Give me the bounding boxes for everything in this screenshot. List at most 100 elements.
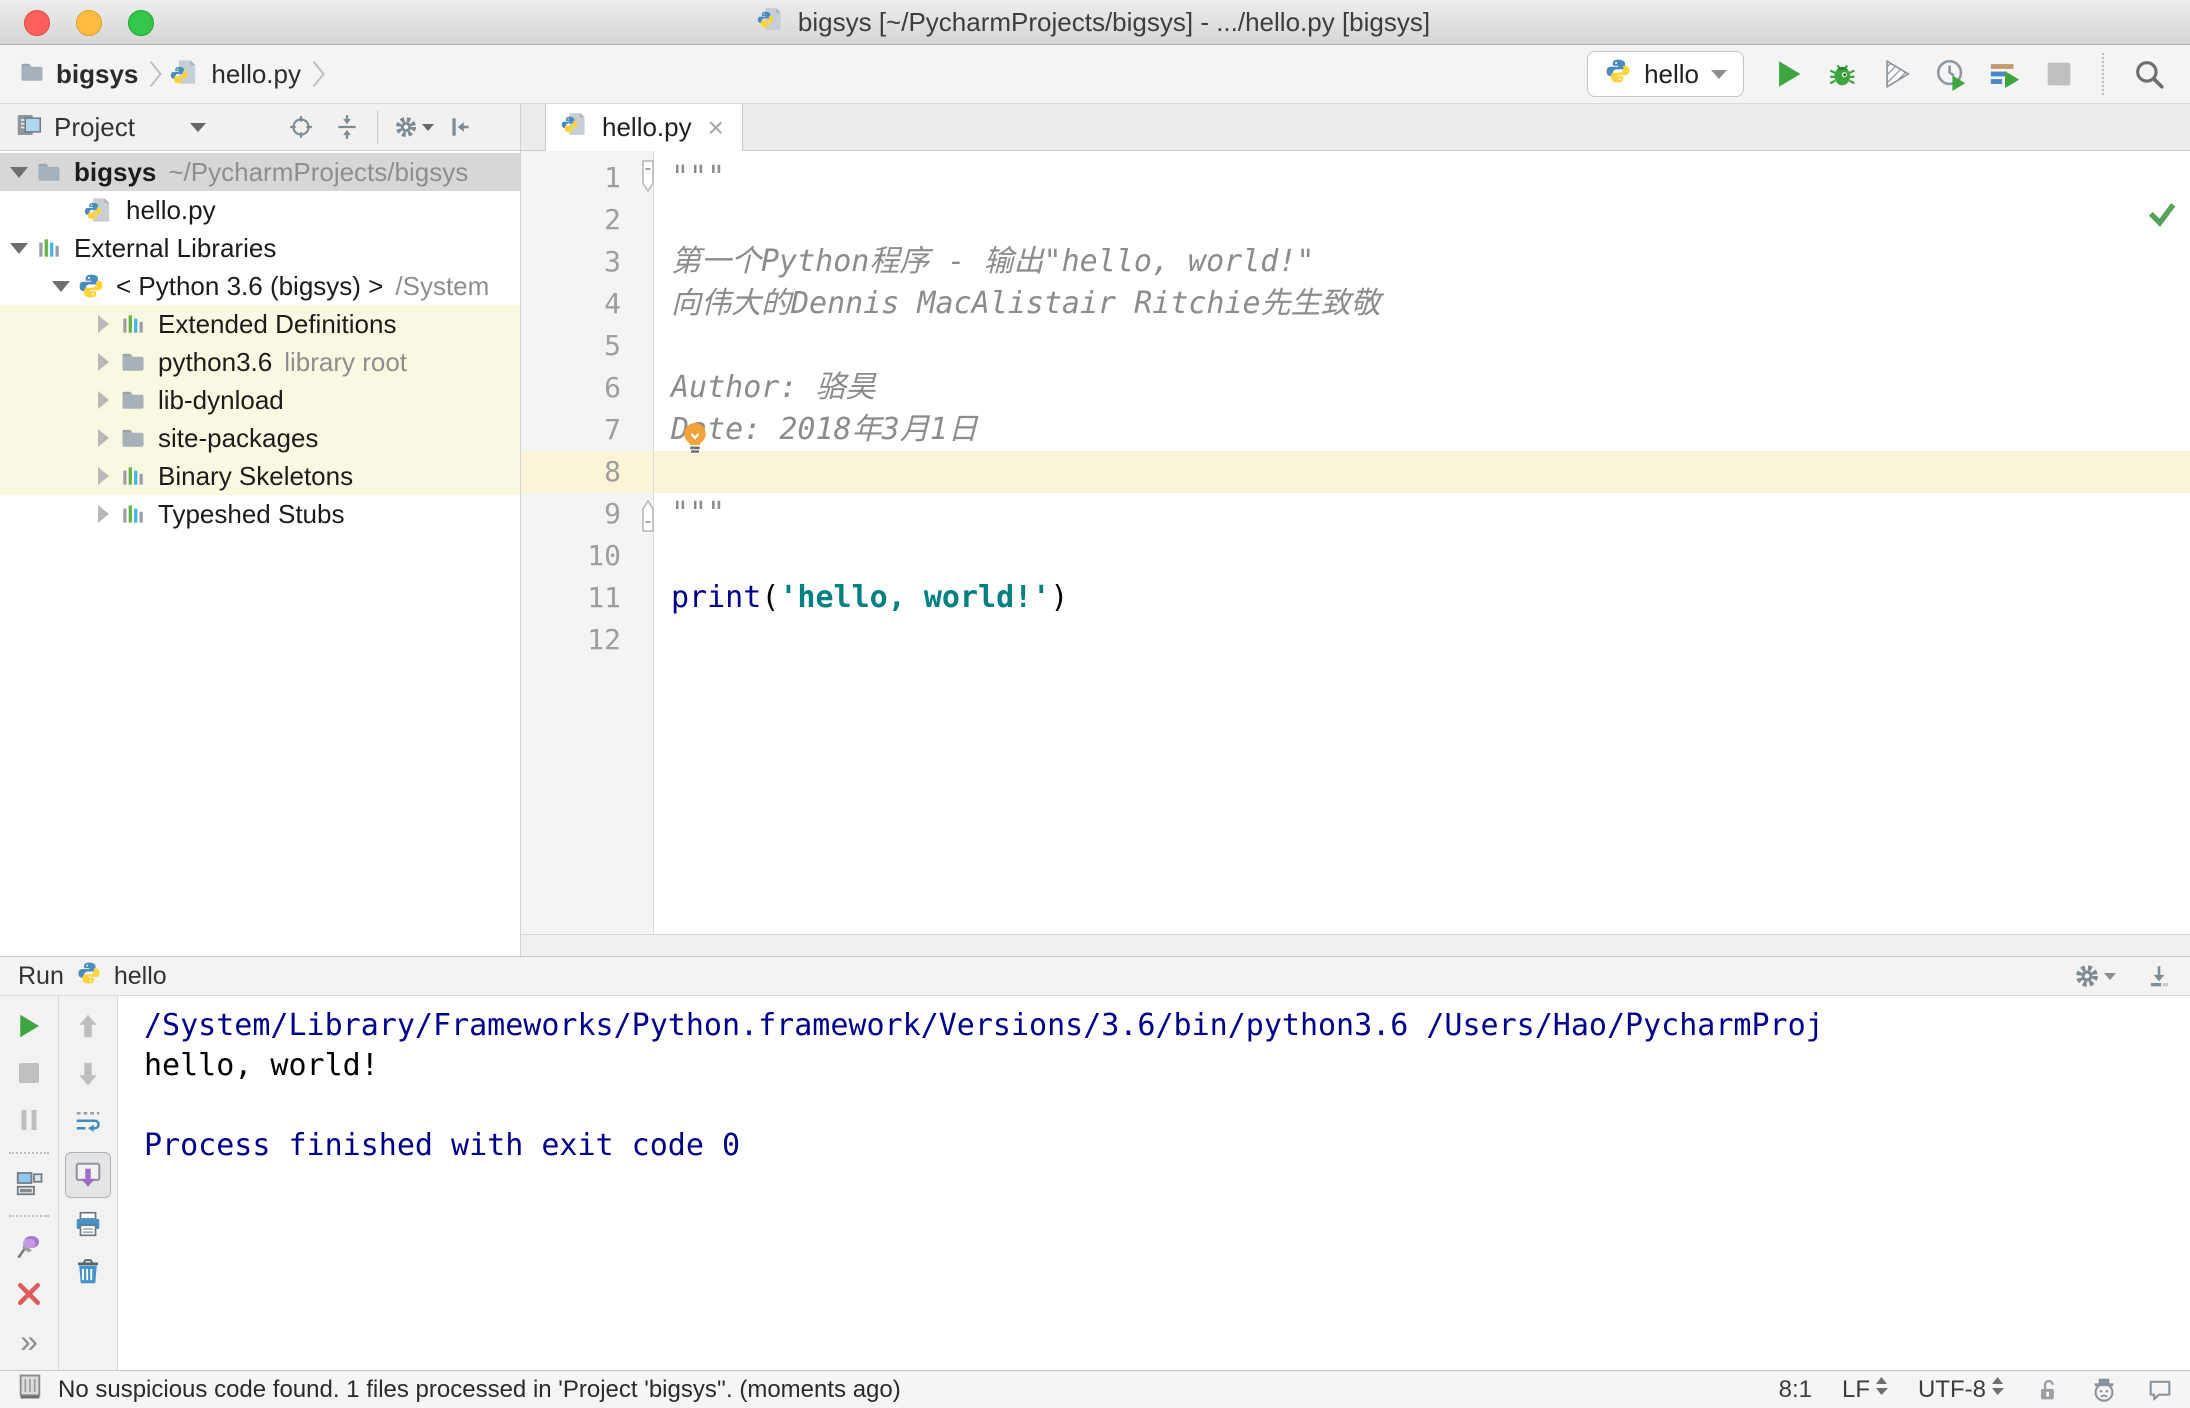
encoding-widget[interactable]: UTF-8 (1918, 1375, 2004, 1404)
tree-expand-arrow[interactable] (46, 280, 76, 292)
tree-row-python3-6[interactable]: python3.6 library root (0, 343, 520, 381)
close-window-button[interactable] (24, 10, 50, 36)
tree-row-hello-py[interactable]: hello.py (0, 191, 520, 229)
fold-marker-start[interactable] (640, 160, 656, 200)
editor-tab-hello-py[interactable]: hello.py × (545, 104, 743, 151)
unlock-icon[interactable] (2034, 1376, 2062, 1404)
caret-position-widget[interactable]: 8:1 (1779, 1376, 1812, 1404)
zoom-window-button[interactable] (128, 10, 154, 36)
clear-all-button[interactable] (70, 1254, 106, 1290)
tree-row-python-3-6-bigsys[interactable]: < Python 3.6 (bigsys) > /System (0, 267, 520, 305)
stop-button (2036, 51, 2082, 97)
tree-expand-arrow[interactable] (88, 391, 118, 409)
restore-layout-button[interactable] (11, 1166, 47, 1201)
tree-expand-arrow[interactable] (88, 467, 118, 485)
lib-icon (118, 461, 148, 491)
folder-icon (118, 423, 148, 453)
print-button[interactable] (70, 1206, 106, 1242)
soft-wrap-button[interactable] (70, 1104, 106, 1140)
tree-row-external-libraries[interactable]: External Libraries (0, 229, 520, 267)
toolbar-separator (2102, 53, 2104, 95)
fold-marker-end[interactable] (640, 496, 656, 536)
status-bar: No suspicious code found. 1 files proces… (0, 1370, 2190, 1408)
tree-expand-arrow[interactable] (4, 166, 34, 178)
python-icon (76, 271, 106, 301)
collapse-all-button[interactable] (327, 107, 367, 147)
tree-expand-arrow[interactable] (4, 242, 34, 254)
tree-item-hint: ~/PycharmProjects/bigsys (168, 156, 469, 187)
concurrency-diagram-button[interactable] (1982, 51, 2028, 97)
code-line: print('hello, world!') (671, 580, 1069, 615)
inspections-profile-icon[interactable] (2090, 1376, 2118, 1404)
inspections-ok-icon[interactable] (2144, 195, 2180, 235)
project-panel-title[interactable]: Project (54, 112, 135, 143)
locate-button[interactable] (281, 107, 321, 147)
tree-item-label: bigsys (74, 156, 157, 187)
toolbar-separator (377, 110, 378, 144)
tree-item-label: Typeshed Stubs (158, 498, 345, 529)
close-tab-icon[interactable]: × (708, 113, 724, 142)
profile-button[interactable] (1928, 51, 1974, 97)
run-panel-title: Run (18, 961, 64, 990)
tree-expand-arrow[interactable] (88, 505, 118, 523)
window-title: bigsys [~/PycharmProjects/bigsys] - .../… (797, 6, 1431, 37)
chevron-down-icon[interactable] (189, 122, 206, 132)
hide-button[interactable] (440, 107, 480, 147)
console-line: Process finished with exit code 0 (144, 1128, 741, 1163)
minimize-window-button[interactable] (76, 10, 102, 36)
run-with-coverage-button[interactable] (1874, 51, 1920, 97)
minimize-button[interactable] (2146, 963, 2172, 989)
tree-expand-arrow[interactable] (88, 315, 118, 333)
pyfile-icon (171, 58, 201, 91)
debug-button[interactable] (1820, 51, 1866, 97)
run-button[interactable] (1766, 51, 1812, 97)
window-controls (24, 10, 154, 36)
tree-item-label: lib-dynload (158, 384, 284, 415)
line-separator-widget[interactable]: LF (1842, 1375, 1888, 1404)
folder-icon (118, 385, 148, 415)
editor-area: 1 """ 2 3 第一个Python程序 - 输出"hello, world!" 4 向伟… (521, 151, 2190, 956)
code-line: 第一个Python程序 - 输出"hello, world!" (671, 244, 1315, 279)
search-everywhere-button[interactable] (2126, 51, 2172, 97)
tree-row-site-packages[interactable]: site-packages (0, 419, 520, 457)
line-number: 1 (604, 161, 621, 194)
settings-button[interactable] (394, 107, 434, 147)
tree-expand-arrow[interactable] (88, 353, 118, 371)
breadcrumb-item-hello-py[interactable]: hello.py (171, 58, 301, 91)
scroll-to-end-button[interactable] (65, 1152, 111, 1198)
tree-row-lib-dynload[interactable]: lib-dynload (0, 381, 520, 419)
tree-row-bigsys[interactable]: bigsys ~/PycharmProjects/bigsys (0, 153, 520, 191)
console-line: hello, world! (144, 1048, 379, 1083)
python-icon (76, 960, 102, 993)
run-configuration-select[interactable]: hello (1587, 51, 1744, 97)
run-console[interactable]: /System/Library/Frameworks/Python.framew… (118, 996, 2190, 1371)
breadcrumb-item-bigsys[interactable]: bigsys (18, 58, 138, 91)
project-tree[interactable]: bigsys ~/PycharmProjects/bigsys hello.py Ex… (0, 151, 521, 956)
event-log-icon[interactable] (2146, 1376, 2174, 1404)
titlebar: bigsys [~/PycharmProjects/bigsys] - .../… (0, 0, 2190, 45)
gutter-separator (653, 151, 654, 935)
tree-item-label: Binary Skeletons (158, 460, 354, 491)
line-number: 9 (604, 497, 621, 530)
tool-window-header-band: Project hello.py × (0, 104, 2190, 151)
background-tasks-icon[interactable] (16, 1372, 44, 1407)
tree-item-label: < Python 3.6 (bigsys) > (116, 270, 384, 301)
tree-row-typeshed-stubs[interactable]: Typeshed Stubs (0, 495, 520, 533)
console-toolbar (59, 996, 118, 1371)
tree-row-binary-skeletons[interactable]: Binary Skeletons (0, 457, 520, 495)
editor-tab-bar: hello.py × (521, 104, 2190, 151)
pin-tab-button[interactable] (11, 1229, 47, 1264)
lib-icon (118, 309, 148, 339)
tree-expand-arrow[interactable] (88, 429, 118, 447)
tree-row-extended-definitions[interactable]: Extended Definitions (0, 305, 520, 343)
pause-output-button (11, 1103, 47, 1138)
pyfile-icon (84, 195, 116, 225)
more-button[interactable]: » (11, 1324, 47, 1359)
settings-button[interactable] (2074, 963, 2116, 989)
rerun-button[interactable] (11, 1008, 47, 1043)
close-button[interactable] (11, 1276, 47, 1311)
editor[interactable]: 1 """ 2 3 第一个Python程序 - 输出"hello, world!" 4 向伟… (521, 151, 2190, 935)
